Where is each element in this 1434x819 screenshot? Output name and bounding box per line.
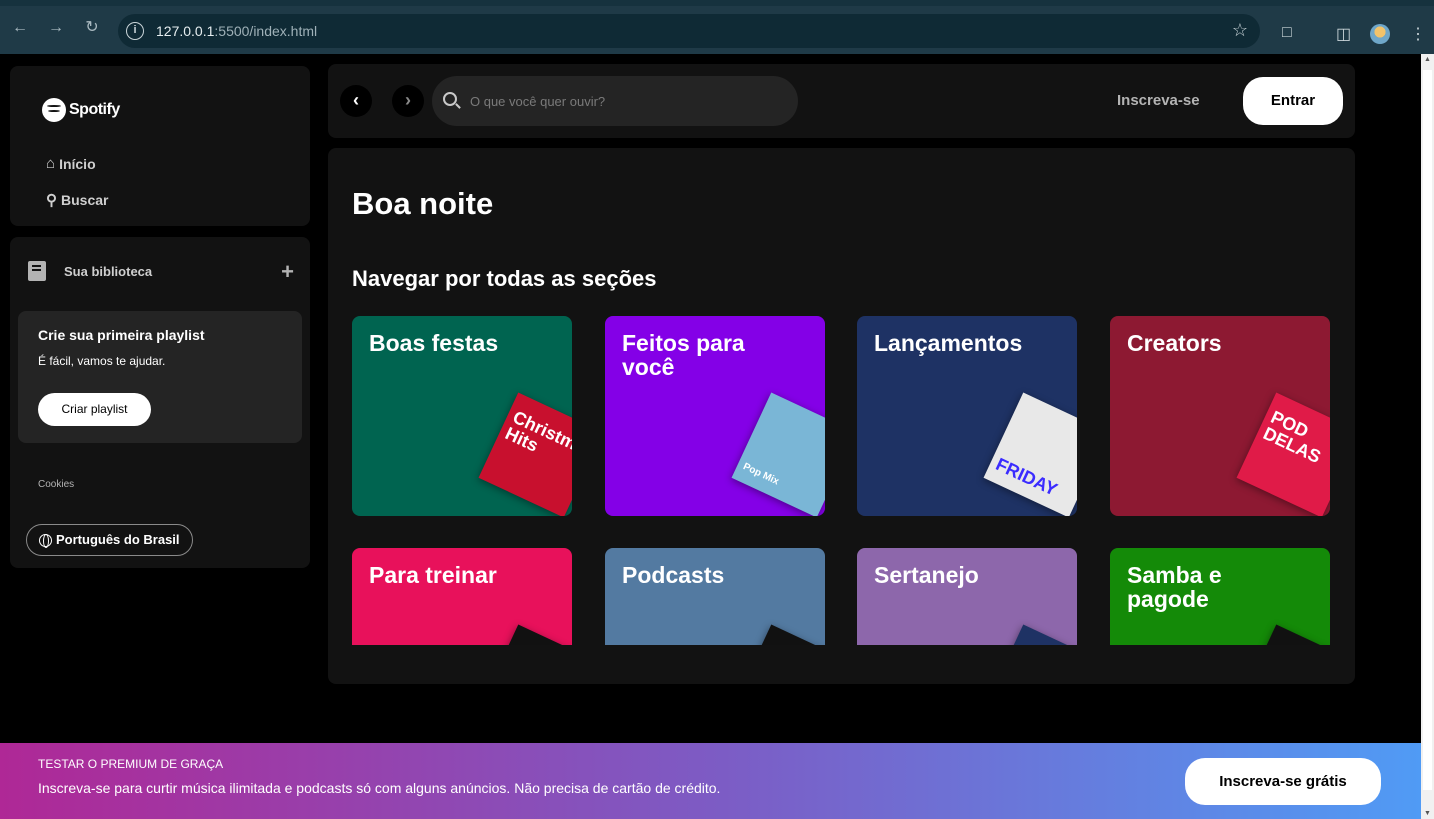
search-icon: ⚲ [46,192,57,209]
cover-text: Christmas Hits [502,406,572,463]
search-input[interactable] [470,89,770,113]
library-title: Sua biblioteca [64,263,153,279]
sidebar-item-buscar[interactable]: ⚲ Buscar [46,191,108,209]
search-icon [443,92,457,106]
category-tile-label: Creators [1127,330,1222,356]
side-panel-icon[interactable]: ◫ [1336,24,1351,44]
cover-text: Pop Mix [741,461,781,488]
scroll-down-icon[interactable]: ▼ [1423,810,1432,817]
scroll-up-icon[interactable]: ▲ [1423,56,1432,63]
create-playlist-card: Crie sua primeira playlist É fácil, vamo… [18,311,302,443]
spotify-logo-icon [42,98,66,122]
library-panel: Sua biblioteca + Crie sua primeira playl… [10,237,310,568]
brand-name: Spotify [69,101,120,118]
category-tile[interactable]: Creators POD DELAS [1110,316,1330,516]
section-title: Navegar por todas as seções [352,266,657,291]
reload-icon[interactable]: ↻ [80,16,104,40]
category-cover-image [478,624,572,645]
category-cover-image: Christmas Hits [478,392,572,516]
library-header[interactable]: Sua biblioteca [28,261,152,281]
sidebar-item-label: Início [59,155,96,172]
back-chevron-icon[interactable]: ‹ [340,85,372,117]
category-tile[interactable]: Feitos para você Pop Mix [605,316,825,516]
language-label: Português do Brasil [56,532,180,547]
sidebar-item-label: Buscar [61,192,109,208]
home-icon: ⌂ [46,155,56,172]
banner-text: Inscreva-se para curtir música ilimitada… [38,780,721,796]
category-tile[interactable]: Boas festas Christmas Hits [352,316,572,516]
category-cover-image [1236,624,1330,645]
top-header: ‹ › Inscreva-se Entrar [328,64,1355,138]
main-content: Boa noite Navegar por todas as seções Bo… [328,148,1355,684]
cookies-link[interactable]: Cookies [38,479,74,490]
search-bar[interactable] [432,76,798,126]
category-tile-label: Sertanejo [874,562,979,588]
browser-toolbar: ← → ↻ i 127.0.0.1:5500/index.html ☆ □ ◫ … [0,0,1434,54]
category-tile-label: Feitos para você [622,330,745,380]
category-cover-image: Pop Mix [731,392,825,516]
category-cover-image: POD DELAS [1236,392,1330,516]
site-info-icon[interactable]: i [126,22,144,40]
language-button[interactable]: Português do Brasil [26,524,193,556]
extensions-icon[interactable]: □ [1282,24,1292,42]
url-host: 127.0.0.1 [156,23,215,39]
forward-arrow-icon[interactable]: → [44,16,68,40]
menu-kebab-icon[interactable]: ⋮ [1410,24,1426,44]
address-bar[interactable]: i 127.0.0.1:5500/index.html ☆ [118,14,1260,48]
back-arrow-icon[interactable]: ← [8,16,32,40]
library-icon [28,261,46,281]
category-tile-label: Para treinar [369,562,497,588]
category-tile-label: Samba e pagode [1127,562,1222,612]
category-tile[interactable]: Lançamentos FRIDAY [857,316,1077,516]
bookmark-star-icon[interactable]: ☆ [1232,20,1248,41]
category-cover-image [983,624,1077,645]
premium-banner[interactable]: TESTAR O PREMIUM DE GRAÇA Inscreva-se pa… [0,743,1421,819]
cover-text: POD DELAS [1260,406,1324,468]
forward-chevron-icon[interactable]: › [392,85,424,117]
url-text[interactable]: 127.0.0.1:5500/index.html [156,23,317,39]
profile-avatar[interactable] [1370,24,1390,44]
banner-title: TESTAR O PREMIUM DE GRAÇA [38,757,224,771]
category-cover-image [731,624,825,645]
playlist-card-title: Crie sua primeira playlist [38,327,205,343]
playlist-card-subtitle: É fácil, vamos te ajudar. [38,354,166,368]
sidebar-nav-panel: Spotify ⌂ Início ⚲ Buscar [10,66,310,226]
login-button[interactable]: Entrar [1243,77,1343,125]
add-plus-icon[interactable]: + [281,259,294,285]
create-playlist-button[interactable]: Criar playlist [38,393,151,426]
cover-text: FRIDAY [992,453,1061,500]
category-tile-label: Boas festas [369,330,499,356]
page-scrollbar[interactable]: ▲ ▼ [1421,54,1434,819]
url-path: :5500/index.html [214,23,318,39]
sidebar-item-inicio[interactable]: ⌂ Início [46,155,96,172]
category-tile-label: Podcasts [622,562,725,588]
scrollbar-thumb[interactable] [1423,70,1432,790]
category-tile[interactable]: Samba e pagode [1110,548,1330,645]
category-tile-label: Lançamentos [874,330,1023,356]
greeting-title: Boa noite [352,186,494,221]
globe-icon [39,533,52,548]
signup-link[interactable]: Inscreva-se [1117,92,1200,109]
category-cover-image: FRIDAY [983,392,1077,516]
category-tile[interactable]: Sertanejo [857,548,1077,645]
spotify-logo[interactable]: Spotify [42,98,120,122]
category-grid: Boas festas Christmas Hits Feitos para voc… [352,316,1330,645]
category-tile[interactable]: Para treinar [352,548,572,645]
signup-free-button[interactable]: Inscreva-se grátis [1185,758,1381,805]
category-tile[interactable]: Podcasts [605,548,825,645]
